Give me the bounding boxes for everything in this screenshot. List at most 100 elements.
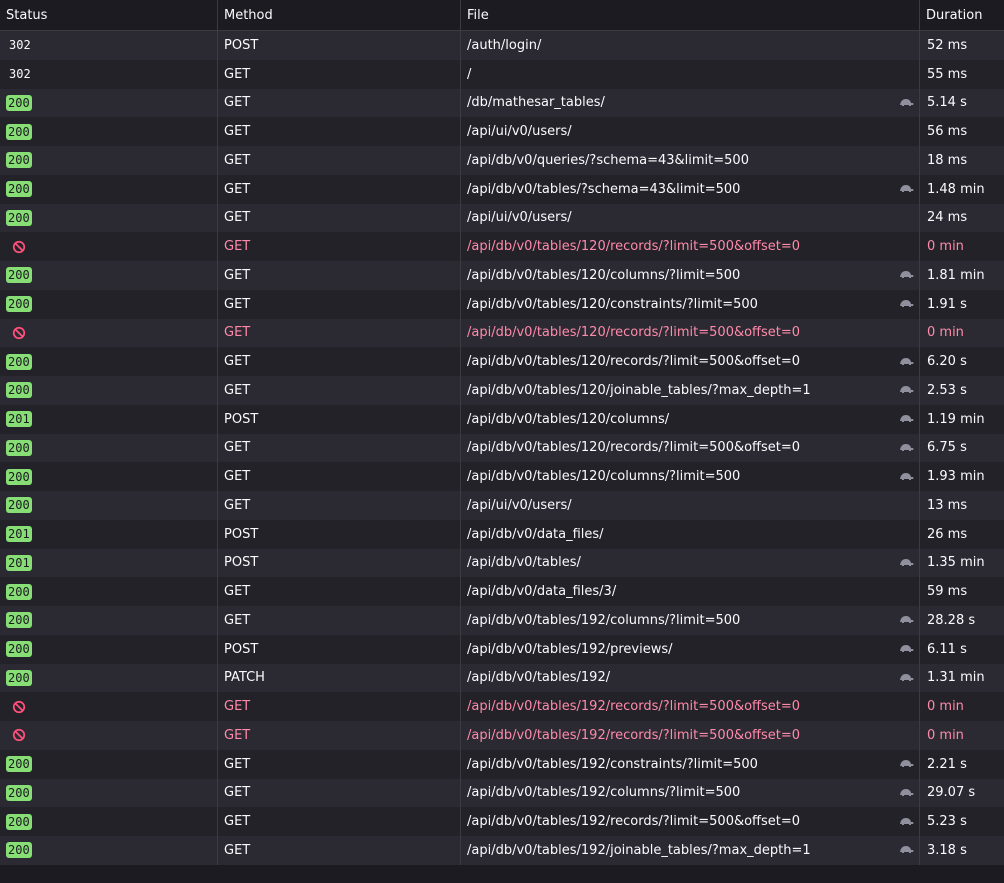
file-cell: /api/db/v0/tables/192/columns/?limit=500	[461, 606, 920, 635]
method-cell: POST	[218, 31, 461, 60]
request-row[interactable]: 201 POST /api/db/v0/data_files/ 26 ms	[0, 519, 1004, 549]
request-row[interactable]: 200 GET /api/db/v0/tables/120/columns/?l…	[0, 261, 1004, 290]
request-row[interactable]: GET /api/db/v0/tables/120/records/?limit…	[0, 318, 1004, 348]
request-row[interactable]: 201 POST /api/db/v0/tables/120/columns/ …	[0, 404, 1004, 434]
request-row[interactable]: 200 GET /api/db/v0/tables/192/records/?l…	[0, 807, 1004, 836]
file-cell: /api/db/v0/tables/192/constraints/?limit…	[461, 749, 920, 779]
status-code-badge: 302	[9, 67, 31, 82]
request-row[interactable]: 200 GET /api/db/v0/tables/192/constraint…	[0, 749, 1004, 779]
column-header-status[interactable]: Status	[0, 0, 218, 30]
method-cell: POST	[218, 404, 461, 434]
method-cell: GET	[218, 778, 461, 808]
duration-cell: 18 ms	[927, 152, 968, 168]
duration-cell: 26 ms	[927, 526, 968, 542]
file-path: /api/db/v0/tables/120/records/?limit=500…	[467, 440, 801, 456]
file-cell: /api/db/v0/tables/120/columns/	[461, 404, 920, 434]
column-header-method[interactable]: Method	[218, 0, 461, 30]
status-code-badge: 200	[6, 123, 32, 140]
method-cell: GET	[218, 462, 461, 491]
status-cell: 200	[0, 174, 218, 204]
request-row[interactable]: 200 GET /api/db/v0/tables/120/joinable_t…	[0, 376, 1004, 405]
status-code-badge: 200	[6, 439, 32, 456]
status-cell: 200	[0, 491, 218, 520]
status-code-badge: 200	[6, 181, 32, 198]
turtle-icon	[900, 645, 914, 653]
duration-cell: 2.21 s	[927, 756, 967, 772]
duration-cell: 1.31 min	[927, 670, 985, 686]
request-row[interactable]: GET /api/db/v0/tables/120/records/?limit…	[0, 232, 1004, 261]
request-row[interactable]: 200 GET /db/mathesar_tables/ 5.14 s	[0, 88, 1004, 118]
method-cell: GET	[218, 88, 461, 118]
request-row[interactable]: 200 GET /api/db/v0/tables/120/constraint…	[0, 289, 1004, 319]
duration-cell: 6.11 s	[927, 641, 967, 657]
blocked-icon	[12, 240, 26, 253]
file-cell: /api/ui/v0/users/	[461, 203, 920, 233]
status-code-badge: 200	[6, 583, 32, 600]
file-cell: /db/mathesar_tables/	[461, 88, 920, 118]
turtle-icon	[900, 846, 914, 854]
file-path: /api/db/v0/tables/120/records/?limit=500…	[467, 239, 801, 255]
request-row[interactable]: 200 GET /api/db/v0/tables/192/columns/?l…	[0, 606, 1004, 635]
file-cell: /	[461, 59, 920, 89]
file-cell: /api/db/v0/tables/120/constraints/?limit…	[461, 289, 920, 319]
file-path: /auth/login/	[467, 37, 542, 53]
turtle-icon	[900, 817, 914, 825]
status-code-badge: 200	[6, 353, 32, 370]
request-row[interactable]: 200 POST /api/db/v0/tables/192/previews/…	[0, 634, 1004, 664]
method-cell: GET	[218, 174, 461, 204]
duration-cell: 1.93 min	[927, 469, 985, 485]
status-cell: 200	[0, 261, 218, 290]
network-request-table: Status Method File Duration 302 POST /au…	[0, 0, 1004, 865]
status-cell	[0, 318, 218, 348]
request-row[interactable]: 200 GET /api/ui/v0/users/ 56 ms	[0, 117, 1004, 146]
turtle-icon	[900, 788, 914, 796]
status-code-badge: 200	[6, 468, 32, 485]
file-cell: /api/ui/v0/users/	[461, 491, 920, 520]
request-row[interactable]: 201 POST /api/db/v0/tables/ 1.35 min	[0, 548, 1004, 578]
status-cell: 200	[0, 433, 218, 463]
status-cell: 200	[0, 117, 218, 146]
method-cell: GET	[218, 692, 461, 721]
turtle-icon	[900, 558, 914, 566]
file-path: /api/db/v0/tables/?schema=43&limit=500	[467, 181, 741, 197]
method-cell: GET	[218, 289, 461, 319]
request-rows: 302 POST /auth/login/ 52 ms 302 GET / 55…	[0, 31, 1004, 865]
duration-cell: 5.23 s	[927, 814, 967, 830]
file-cell: /api/ui/v0/users/	[461, 117, 920, 146]
status-cell: 200	[0, 347, 218, 376]
duration-cell: 1.81 min	[927, 267, 985, 283]
duration-cell: 0 min	[927, 727, 964, 743]
duration-cell: 28.28 s	[927, 612, 976, 628]
request-row[interactable]: 302 GET / 55 ms	[0, 59, 1004, 89]
request-row[interactable]: 302 POST /auth/login/ 52 ms	[0, 31, 1004, 60]
file-cell: /api/db/v0/tables/120/records/?limit=500…	[461, 433, 920, 463]
request-row[interactable]: 200 GET /api/db/v0/data_files/3/ 59 ms	[0, 577, 1004, 606]
file-cell: /api/db/v0/tables/120/joinable_tables/?m…	[461, 376, 920, 405]
file-path: /api/db/v0/tables/192/columns/?limit=500	[467, 612, 741, 628]
duration-cell: 29.07 s	[927, 785, 976, 801]
request-row[interactable]: 200 GET /api/ui/v0/users/ 24 ms	[0, 203, 1004, 233]
file-path: /api/db/v0/data_files/3/	[467, 584, 617, 600]
request-row[interactable]: 200 GET /api/db/v0/tables/120/columns/?l…	[0, 462, 1004, 491]
column-header-file[interactable]: File	[461, 0, 920, 30]
request-row[interactable]: 200 GET /api/db/v0/queries/?schema=43&li…	[0, 146, 1004, 175]
method-cell: GET	[218, 836, 461, 865]
file-path: /api/db/v0/tables/192/joinable_tables/?m…	[467, 842, 811, 858]
request-row[interactable]: 200 GET /api/db/v0/tables/120/records/?l…	[0, 433, 1004, 463]
column-header-duration[interactable]: Duration	[920, 0, 1004, 30]
file-path: /api/ui/v0/users/	[467, 497, 572, 513]
turtle-icon	[900, 415, 914, 423]
status-cell: 200	[0, 203, 218, 233]
request-row[interactable]: GET /api/db/v0/tables/192/records/?limit…	[0, 721, 1004, 750]
file-cell: /api/db/v0/tables/192/records/?limit=500…	[461, 807, 920, 836]
request-row[interactable]: 200 GET /api/db/v0/tables/120/records/?l…	[0, 347, 1004, 376]
file-cell: /api/db/v0/tables/192/previews/	[461, 634, 920, 664]
method-cell: POST	[218, 519, 461, 549]
request-row[interactable]: 200 GET /api/db/v0/tables/192/joinable_t…	[0, 836, 1004, 865]
request-row[interactable]: 200 PATCH /api/db/v0/tables/192/ 1.31 mi…	[0, 663, 1004, 693]
status-code-badge: 200	[6, 784, 32, 801]
request-row[interactable]: 200 GET /api/db/v0/tables/?schema=43&lim…	[0, 174, 1004, 204]
request-row[interactable]: 200 GET /api/ui/v0/users/ 13 ms	[0, 491, 1004, 520]
request-row[interactable]: 200 GET /api/db/v0/tables/192/columns/?l…	[0, 778, 1004, 808]
request-row[interactable]: GET /api/db/v0/tables/192/records/?limit…	[0, 692, 1004, 721]
